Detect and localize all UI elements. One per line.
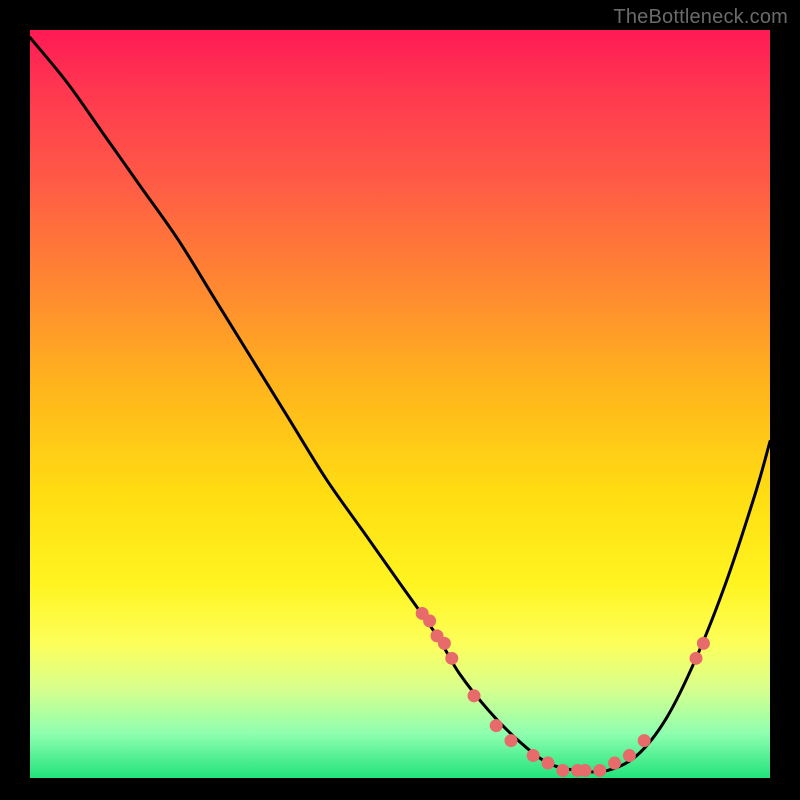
data-marker <box>593 764 606 777</box>
data-marker <box>556 764 569 777</box>
data-marker <box>697 637 710 650</box>
bottleneck-curve <box>30 37 770 771</box>
data-marker <box>579 764 592 777</box>
data-marker <box>608 757 621 770</box>
data-marker <box>542 757 555 770</box>
plot-area <box>30 30 770 778</box>
data-markers <box>416 607 710 777</box>
data-marker <box>623 749 636 762</box>
data-marker <box>638 734 651 747</box>
data-marker <box>490 719 503 732</box>
data-marker <box>445 652 458 665</box>
data-marker <box>438 637 451 650</box>
data-marker <box>468 689 481 702</box>
data-marker <box>505 734 518 747</box>
chart-container: TheBottleneck.com <box>0 0 800 800</box>
watermark-text: TheBottleneck.com <box>613 6 788 29</box>
data-marker <box>527 749 540 762</box>
data-marker <box>690 652 703 665</box>
data-marker <box>423 614 436 627</box>
curve-svg <box>30 30 770 778</box>
